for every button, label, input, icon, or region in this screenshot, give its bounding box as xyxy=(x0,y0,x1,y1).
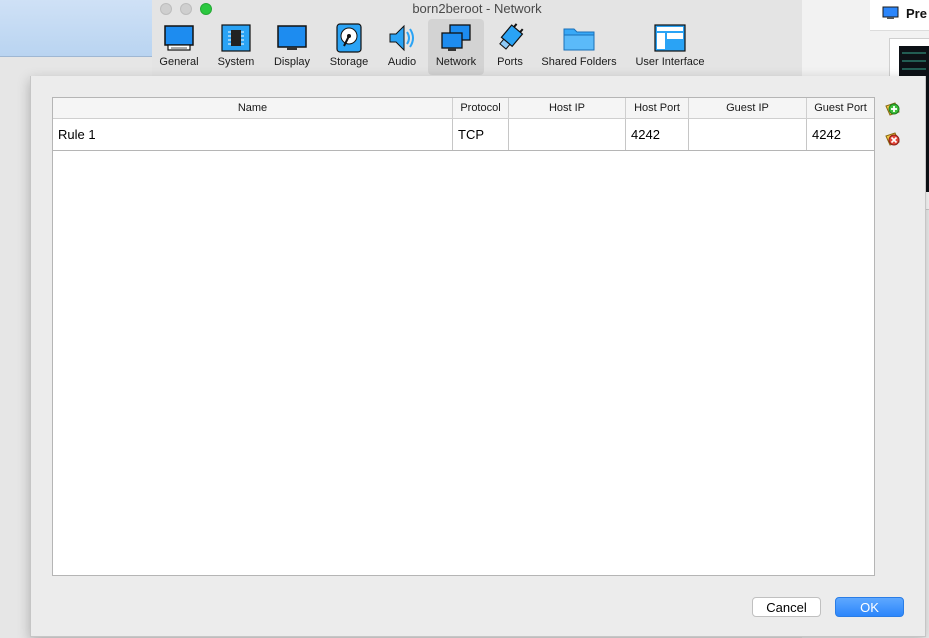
network-icon xyxy=(441,24,471,51)
tab-network-label: Network xyxy=(435,56,477,68)
remove-rule-icon[interactable] xyxy=(883,130,901,148)
tab-display[interactable]: Display xyxy=(267,19,317,75)
folder-icon xyxy=(563,28,595,51)
user-interface-icon xyxy=(654,24,686,52)
tab-general[interactable]: General xyxy=(154,19,204,75)
audio-speaker-icon xyxy=(389,24,414,52)
preview-monitor-icon xyxy=(882,6,899,19)
system-chip-icon xyxy=(221,24,251,52)
ok-button[interactable]: OK xyxy=(835,597,904,617)
window-title: born2beroot - Network xyxy=(412,1,542,16)
port-forwarding-table[interactable]: Name Protocol Host IP Host Port Guest IP… xyxy=(52,97,875,576)
settings-toolbar: General System Display Storage Audio Net… xyxy=(152,18,802,76)
tab-ports-label: Ports xyxy=(497,56,523,68)
column-header-guest-ip[interactable]: Guest IP xyxy=(689,98,807,118)
cell-host-port[interactable]: 4242 xyxy=(626,119,689,150)
tab-user-interface-label: User Interface xyxy=(635,56,705,68)
tab-network[interactable]: Network xyxy=(428,19,484,75)
storage-disk-icon xyxy=(336,23,362,53)
table-header: Name Protocol Host IP Host Port Guest IP… xyxy=(53,98,874,119)
tab-storage-label: Storage xyxy=(329,56,369,68)
cell-name[interactable]: Rule 1 xyxy=(53,119,453,150)
preview-label: Pre xyxy=(906,6,927,21)
cell-host-ip[interactable] xyxy=(509,119,626,150)
settings-window-titlebar: born2beroot - Network General System Dis… xyxy=(152,0,802,77)
tab-system[interactable]: System xyxy=(211,19,261,75)
tab-audio[interactable]: Audio xyxy=(380,19,424,75)
cell-guest-ip[interactable] xyxy=(689,119,807,150)
tab-shared-folders-label: Shared Folders xyxy=(541,56,617,68)
cell-protocol[interactable]: TCP xyxy=(453,119,509,150)
column-header-protocol[interactable]: Protocol xyxy=(453,98,509,118)
add-rule-icon[interactable] xyxy=(883,100,901,118)
tab-shared-folders[interactable]: Shared Folders xyxy=(537,19,621,75)
column-header-name[interactable]: Name xyxy=(53,98,453,118)
cell-guest-port[interactable]: 4242 xyxy=(807,119,874,150)
tab-display-label: Display xyxy=(273,56,311,68)
display-monitor-icon xyxy=(277,25,307,50)
background-window-strip xyxy=(0,0,152,57)
port-forwarding-sheet: Name Protocol Host IP Host Port Guest IP… xyxy=(30,76,926,637)
tab-user-interface[interactable]: User Interface xyxy=(630,19,710,75)
tab-system-label: System xyxy=(217,56,255,68)
table-row[interactable]: Rule 1 TCP 4242 4242 xyxy=(53,119,874,151)
cancel-button[interactable]: Cancel xyxy=(752,597,821,617)
column-header-host-port[interactable]: Host Port xyxy=(626,98,689,118)
tab-general-label: General xyxy=(159,56,199,68)
tab-ports[interactable]: Ports xyxy=(488,19,532,75)
ports-plug-icon xyxy=(499,23,524,50)
tab-audio-label: Audio xyxy=(387,56,417,68)
general-icon xyxy=(164,25,194,51)
tab-storage[interactable]: Storage xyxy=(324,19,374,75)
column-header-guest-port[interactable]: Guest Port xyxy=(807,98,874,118)
column-header-host-ip[interactable]: Host IP xyxy=(509,98,626,118)
